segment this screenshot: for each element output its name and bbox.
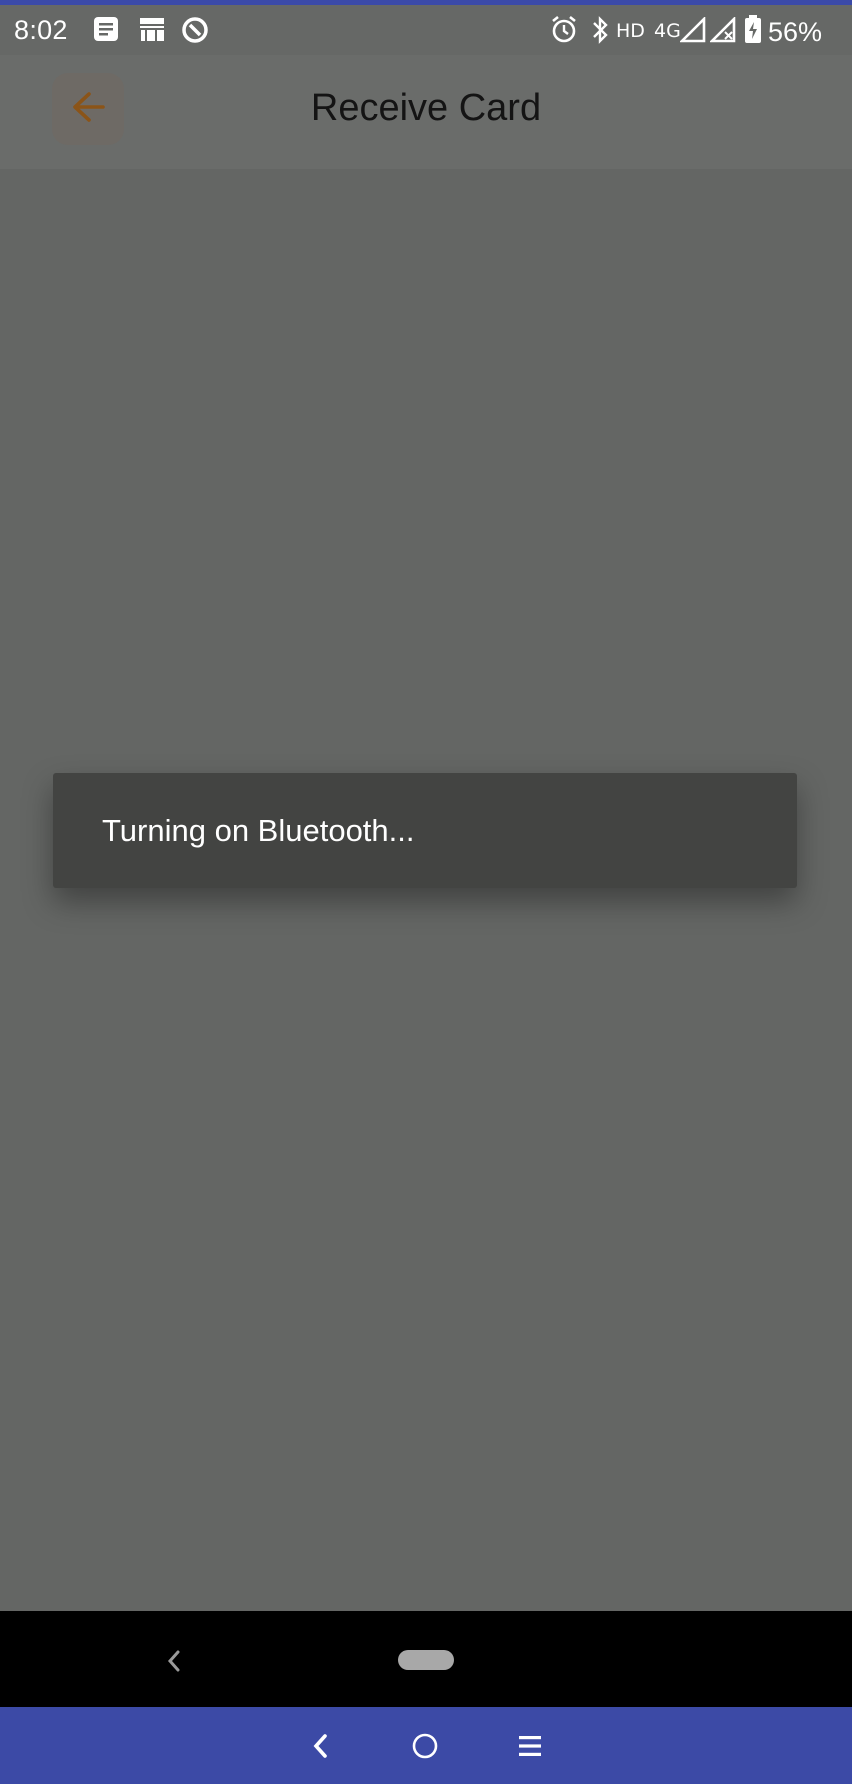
home-circle-icon <box>412 1733 438 1759</box>
content-area <box>0 169 852 1611</box>
device-menu-button[interactable] <box>510 1726 550 1766</box>
battery-percent: 56% <box>768 17 823 47</box>
system-nav-bar <box>0 1611 852 1707</box>
alarm-icon <box>550 15 578 50</box>
back-chevron-icon <box>313 1734 327 1758</box>
tata-1mg-icon <box>138 15 166 48</box>
system-status-icons: HD 4G 56% <box>550 13 840 47</box>
device-nav-bar <box>0 1707 852 1784</box>
signal-no-service-icon <box>708 15 736 48</box>
toast-text: Turning on Bluetooth... <box>102 813 415 848</box>
home-pill-icon[interactable] <box>398 1650 454 1670</box>
toast-message: Turning on Bluetooth... <box>53 773 797 888</box>
network-hd-label: HD <box>616 20 645 42</box>
status-bar: 8:02 HD 4G 56% <box>0 5 852 55</box>
document-icon <box>92 15 120 48</box>
back-chevron-icon[interactable] <box>164 1647 184 1675</box>
menu-icon <box>519 1736 541 1756</box>
app-bar: Receive Card <box>0 55 852 169</box>
battery-charging-icon <box>744 14 762 49</box>
app-icon <box>180 15 210 50</box>
page-title: Receive Card <box>310 87 542 129</box>
bluetooth-icon <box>590 15 612 50</box>
status-time: 8:02 <box>14 15 68 45</box>
device-back-button[interactable] <box>300 1726 340 1766</box>
signal-icon <box>678 15 706 48</box>
network-type-label: 4G <box>654 20 681 42</box>
device-home-button[interactable] <box>405 1726 445 1766</box>
